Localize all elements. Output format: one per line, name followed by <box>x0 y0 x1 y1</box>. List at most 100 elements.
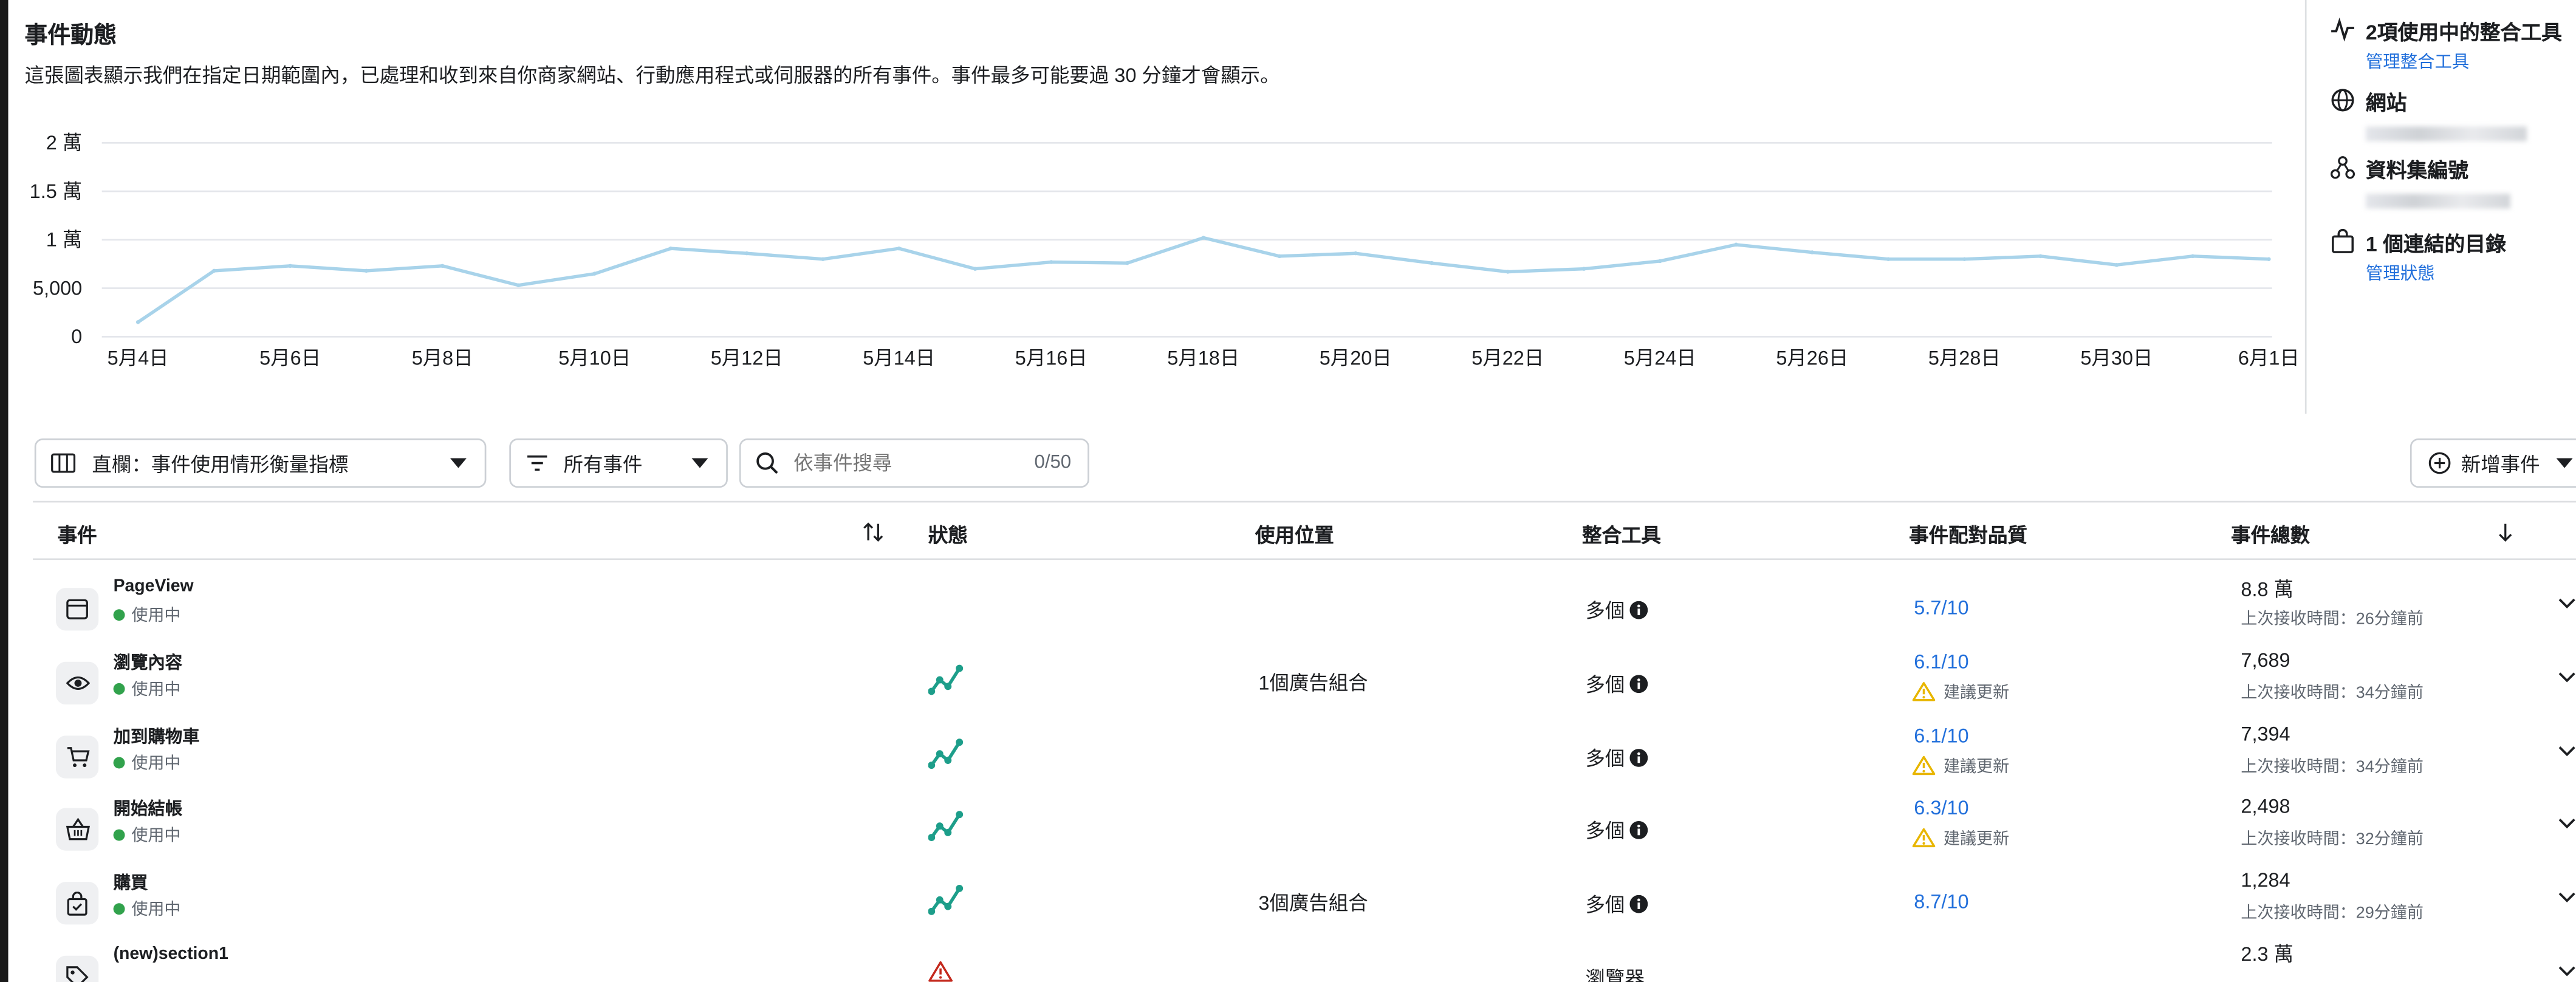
columns-dropdown[interactable]: 直欄：事件使用情形衡量指標 <box>34 438 487 488</box>
match-quality-score[interactable]: 6.3/10 <box>1914 797 1968 820</box>
active-dot <box>113 756 125 768</box>
header-status[interactable]: 狀態 <box>928 520 968 548</box>
website-label: 網站 <box>2365 92 2407 115</box>
trend-icon[interactable] <box>928 737 964 769</box>
data-point <box>1049 260 1053 264</box>
chevron-down-icon[interactable] <box>2558 671 2576 683</box>
events-table-header: 事件 狀態 使用位置 整合工具 事件配對品質 事件總數 <box>33 500 2576 561</box>
data-point <box>288 264 292 268</box>
event-name[interactable]: 加到購物車 <box>114 723 200 748</box>
dataset-icon <box>2331 156 2355 179</box>
data-point <box>1581 267 1586 271</box>
event-name[interactable]: PageView <box>114 576 194 596</box>
update-suggestion: 建議更新 <box>1943 684 2010 703</box>
add-event-label: 新增事件 <box>2461 452 2540 476</box>
trend-icon[interactable] <box>928 810 964 843</box>
table-row[interactable]: 加到購物車 使用中 多個 6.1/10 建議更新 7,394 上次接收時間：34分鐘前 <box>33 718 2576 791</box>
table-row[interactable]: (new)section1 瀏覽器 2.3 萬 <box>33 939 2576 982</box>
usage-location[interactable]: 3個廣告組合 <box>1258 888 1368 916</box>
shopping-bag-icon <box>55 882 99 925</box>
x-tick-label: 5月28日 <box>1928 347 2001 369</box>
dataset-label: 資料集編號 <box>2365 159 2468 183</box>
match-quality-score[interactable]: 6.1/10 <box>1914 650 1968 673</box>
data-point <box>2267 257 2271 261</box>
data-point <box>2114 263 2119 267</box>
catalog-label: 1 個連結的目錄 <box>2365 233 2506 256</box>
update-suggestion: 建議更新 <box>1943 758 2010 776</box>
data-point <box>1277 254 1282 259</box>
status-trend <box>928 737 964 778</box>
event-name[interactable]: 購買 <box>114 871 148 896</box>
data-point <box>1810 250 1815 254</box>
trend-icon[interactable] <box>928 663 964 696</box>
integration-cell: 多個 <box>1585 743 1648 771</box>
table-row[interactable]: 瀏覽內容 使用中 1個廣告組合 多個 6.1/10 建議更新 7,689 上次接收時間：34分… <box>33 645 2576 717</box>
data-point <box>592 271 597 276</box>
status-warning[interactable] <box>928 961 953 982</box>
redacted-website <box>2365 126 2527 142</box>
table-row[interactable]: 購買 使用中 3個廣告組合 多個 8.7/10 1,284 上次接收時間：29分鐘前 <box>33 866 2576 938</box>
integration-value: 多個 <box>1585 599 1625 622</box>
chevron-down-icon[interactable] <box>2558 598 2576 609</box>
match-quality-score[interactable]: 8.7/10 <box>1914 890 1968 913</box>
plus-circle-icon <box>2428 452 2451 474</box>
last-received: 上次接收時間：26分鐘前 <box>2241 610 2424 629</box>
last-received: 上次接收時間：29分鐘前 <box>2241 905 2424 924</box>
info-icon[interactable] <box>1629 674 1648 693</box>
data-point <box>744 251 749 256</box>
manage-integrations-link[interactable]: 管理整合工具 <box>2366 49 2562 74</box>
header-match-quality[interactable]: 事件配對品質 <box>1909 520 2027 548</box>
header-integration[interactable]: 整合工具 <box>1582 520 1661 548</box>
chevron-down-icon[interactable] <box>2558 966 2576 977</box>
integration-value: 多個 <box>1585 673 1625 696</box>
event-search-input[interactable] <box>790 449 1011 477</box>
data-point <box>135 320 140 324</box>
event-filter-dropdown[interactable]: 所有事件 <box>509 438 728 488</box>
caret-down-icon <box>2556 458 2573 468</box>
sort-descending-icon[interactable] <box>2497 522 2513 542</box>
usage-location[interactable]: 1個廣告組合 <box>1258 668 1368 696</box>
event-name[interactable]: 瀏覽內容 <box>114 650 183 675</box>
status-trend <box>928 884 964 925</box>
data-point <box>897 246 901 251</box>
add-event-button[interactable]: 新增事件 <box>2410 438 2576 488</box>
header-usage[interactable]: 使用位置 <box>1255 520 1334 548</box>
table-row[interactable]: 開始結帳 使用中 多個 6.3/10 建議更新 2,498 上次接收時間：32分鐘前 <box>33 792 2576 864</box>
manage-status-link[interactable]: 管理狀態 <box>2366 261 2506 286</box>
x-tick-label: 5月16日 <box>1015 347 1088 369</box>
info-icon[interactable] <box>1629 601 1648 619</box>
info-icon[interactable] <box>1629 822 1648 840</box>
chevron-down-icon[interactable] <box>2558 892 2576 904</box>
chart-description: 這張圖表顯示我們在指定日期範圍內，已處理和收到來自你商家網站、行動應用程式或伺服… <box>24 64 1280 87</box>
header-event[interactable]: 事件 <box>58 520 97 548</box>
sort-icon[interactable] <box>863 522 884 542</box>
error-warning-icon <box>928 961 953 982</box>
data-point <box>1430 261 1434 265</box>
chevron-down-icon[interactable] <box>2558 745 2576 757</box>
caret-down-icon <box>691 458 708 468</box>
match-quality-score[interactable]: 6.1/10 <box>1914 723 1968 746</box>
trend-icon[interactable] <box>928 884 964 916</box>
integration-cell: 多個 <box>1585 596 1648 624</box>
chevron-down-icon[interactable] <box>2558 819 2576 830</box>
table-row[interactable]: PageView 使用中 多個 5.7/10 8.8 萬上次接收時間：26分鐘前 <box>33 571 2576 644</box>
total-events: 2.3 萬 <box>2241 943 2294 966</box>
x-tick-label: 5月4日 <box>108 347 169 369</box>
info-icon[interactable] <box>1629 748 1648 766</box>
match-quality-score[interactable]: 5.7/10 <box>1914 596 1968 619</box>
event-name[interactable]: 開始結帳 <box>114 797 183 822</box>
data-point <box>668 246 673 251</box>
event-status: 使用中 <box>113 675 180 699</box>
active-dot <box>113 903 125 915</box>
integration-cell: 多個 <box>1585 817 1648 845</box>
header-total-events[interactable]: 事件總數 <box>2231 520 2310 548</box>
event-search-box[interactable]: 0/50 <box>739 438 1089 488</box>
event-name[interactable]: (new)section1 <box>114 944 228 964</box>
data-point <box>1658 259 1662 264</box>
info-icon[interactable] <box>1629 895 1648 913</box>
integration-value: 多個 <box>1585 893 1625 917</box>
match-quality-note: 建議更新 <box>1912 751 2010 776</box>
data-point <box>1886 257 1891 261</box>
active-dot <box>113 683 125 695</box>
event-status-label: 使用中 <box>131 607 181 626</box>
